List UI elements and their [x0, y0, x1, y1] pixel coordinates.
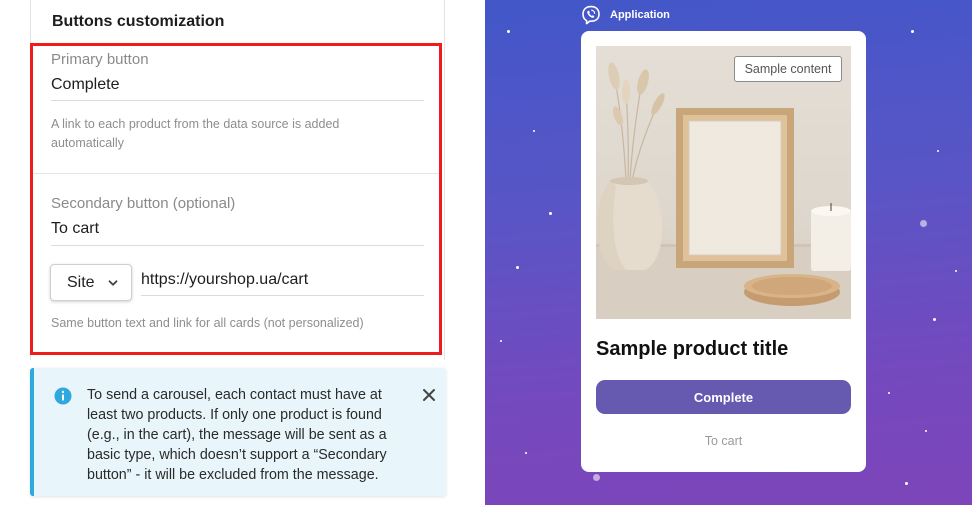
- star-decoration: [937, 150, 939, 152]
- star-decoration: [911, 30, 914, 33]
- star-decoration: [920, 220, 927, 227]
- info-icon: [54, 387, 72, 405]
- primary-button-underline: [51, 100, 424, 101]
- carousel-info-alert: To send a carousel, each contact must ha…: [30, 368, 446, 496]
- primary-button-input[interactable]: Complete: [51, 76, 119, 94]
- close-icon[interactable]: [422, 388, 436, 402]
- star-decoration: [525, 452, 527, 454]
- secondary-button-input[interactable]: To cart: [51, 220, 99, 238]
- star-decoration: [933, 318, 936, 321]
- alert-message: To send a carousel, each contact must ha…: [87, 387, 387, 483]
- secondary-button-hint: Same button text and link for all cards …: [51, 316, 364, 330]
- preview-secondary-button[interactable]: To cart: [596, 430, 851, 452]
- carousel-card: Sample content Sample product title Comp…: [581, 31, 866, 472]
- star-decoration: [500, 340, 502, 342]
- star-decoration: [905, 482, 908, 485]
- product-photo-illustration: [596, 62, 851, 319]
- star-decoration: [955, 270, 957, 272]
- star-decoration: [593, 474, 600, 481]
- star-decoration: [533, 130, 535, 132]
- section-title: Buttons customization: [52, 13, 225, 30]
- link-type-select[interactable]: Site: [50, 264, 132, 301]
- message-preview: Application Sample content Sample produc…: [485, 0, 972, 505]
- app-name: Application: [610, 9, 670, 21]
- primary-button-label: Primary button: [51, 51, 149, 68]
- star-decoration: [888, 392, 890, 394]
- product-image: Sample content: [596, 46, 851, 319]
- star-decoration: [516, 266, 519, 269]
- secondary-url-underline: [141, 295, 424, 296]
- link-type-value: Site: [67, 273, 95, 291]
- section-divider: [33, 173, 439, 174]
- chevron-down-icon: [108, 280, 118, 286]
- secondary-url-input[interactable]: https://yourshop.ua/cart: [141, 271, 308, 289]
- secondary-button-underline: [51, 245, 424, 246]
- app-header: Application: [581, 5, 670, 25]
- secondary-button-label: Secondary button (optional): [51, 195, 236, 212]
- viber-logo-icon: [582, 5, 600, 25]
- product-title: Sample product title: [596, 338, 789, 360]
- preview-primary-button[interactable]: Complete: [596, 380, 851, 414]
- star-decoration: [925, 430, 927, 432]
- primary-button-hint: A link to each product from the data sou…: [51, 117, 340, 150]
- star-decoration: [507, 30, 510, 33]
- star-decoration: [549, 212, 552, 215]
- sample-content-badge: Sample content: [734, 56, 842, 82]
